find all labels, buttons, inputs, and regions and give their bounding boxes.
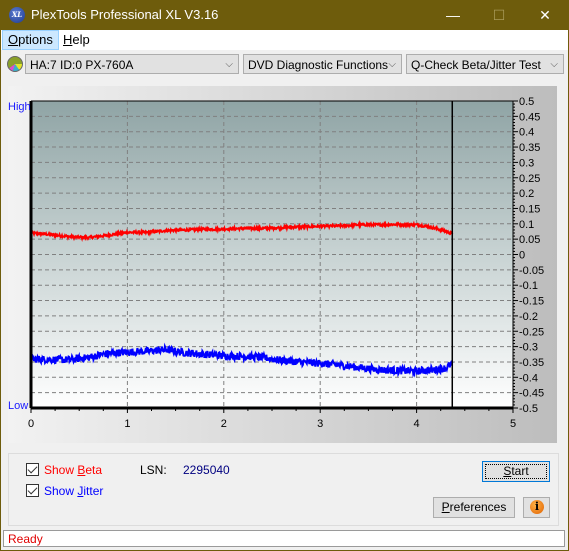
- y-tick-label: -0.3: [519, 342, 538, 354]
- y-tick-label: -0.2: [519, 311, 538, 323]
- y-tick-label: -0.05: [519, 265, 544, 277]
- status-text: Ready: [8, 532, 43, 546]
- x-axis: 0 1 2 3 4 5: [28, 408, 516, 430]
- x-tick-label: 0: [28, 418, 34, 430]
- high-label: High: [8, 101, 31, 113]
- y-tick-label: 0.5: [519, 96, 534, 108]
- info-icon: i: [530, 500, 544, 514]
- preferences-accel: P: [441, 500, 450, 514]
- y-tick-label: 0.15: [519, 203, 540, 215]
- start-button[interactable]: Start: [482, 461, 550, 482]
- x-tick-label: 5: [510, 418, 516, 430]
- y-tick-label: 0: [519, 250, 525, 262]
- show-jitter-checkbox[interactable]: [26, 484, 39, 497]
- y-tick-label: -0.35: [519, 357, 544, 369]
- show-jitter-text: Show: [44, 484, 78, 498]
- show-beta-checkbox[interactable]: [26, 463, 39, 476]
- status-bar: Ready: [3, 530, 565, 547]
- y-tick-label: -0.5: [519, 403, 538, 415]
- y-tick-label: -0.4: [519, 372, 538, 384]
- x-tick-label: 2: [221, 418, 227, 430]
- x-tick-label: 4: [414, 418, 420, 430]
- info-button[interactable]: i: [523, 497, 550, 518]
- y-tick-label: 0.25: [519, 173, 540, 185]
- show-beta-text: Show: [44, 463, 78, 477]
- show-jitter-label[interactable]: Show Jitter: [44, 484, 103, 498]
- controls-panel: Show Beta Show Jitter LSN: 2295040 Start…: [8, 453, 559, 526]
- y-axis: 0.5 0.45 0.4 0.35 0.3 0.25 0.2 0.15 0.1 0.05 0 -0.0…: [513, 96, 544, 415]
- x-tick-label: 3: [317, 418, 323, 430]
- y-tick-label: 0.2: [519, 188, 534, 200]
- y-tick-label: -0.1: [519, 280, 538, 292]
- show-beta-label[interactable]: Show Beta: [44, 463, 102, 477]
- preferences-button[interactable]: Preferences: [433, 497, 515, 518]
- lsn-label: LSN:: [140, 463, 167, 477]
- y-tick-label: 0.05: [519, 234, 540, 246]
- y-tick-label: 0.45: [519, 111, 540, 123]
- y-tick-label: 0.35: [519, 142, 540, 154]
- y-tick-label: -0.15: [519, 296, 544, 308]
- y-tick-label: 0.3: [519, 157, 534, 169]
- focus-rect: [485, 464, 547, 479]
- y-tick-label: -0.25: [519, 326, 544, 338]
- lsn-value: 2295040: [183, 463, 230, 477]
- y-tick-label: 0.1: [519, 219, 534, 231]
- low-label: Low: [8, 400, 29, 412]
- y-tick-label: 0.4: [519, 127, 534, 139]
- preferences-label: references: [449, 500, 507, 514]
- show-beta-text-rest: eta: [85, 463, 103, 477]
- show-jitter-text-rest: itter: [83, 484, 104, 498]
- x-tick-label: 1: [124, 418, 130, 430]
- y-tick-label: -0.45: [519, 388, 544, 400]
